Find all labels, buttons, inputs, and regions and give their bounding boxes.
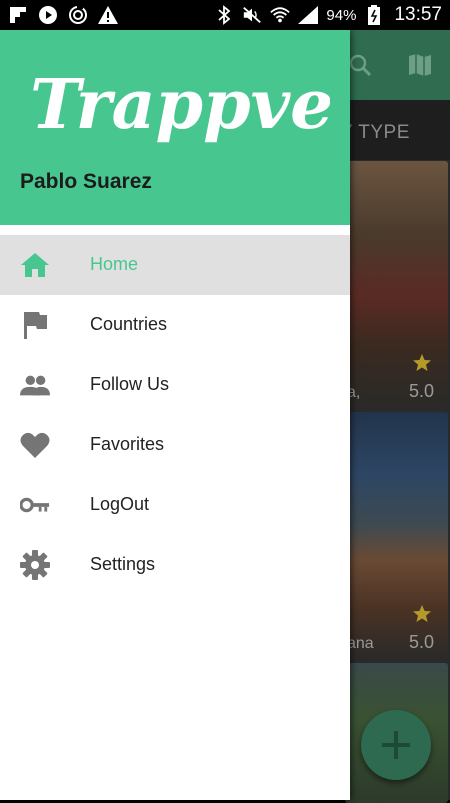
- menu-item-label: Home: [90, 254, 139, 274]
- menu-item-label: Favorites: [90, 434, 165, 454]
- status-bar: 94% 13:57: [0, 0, 450, 30]
- navigation-drawer: Trappvellers Pablo Suarez Home Countries…: [0, 30, 350, 800]
- star-icon: [412, 604, 432, 629]
- flag-icon: [20, 310, 50, 340]
- menu-item-home[interactable]: Home: [0, 235, 350, 295]
- app-logo: Trappvellers: [30, 65, 330, 145]
- drawer-header: Trappvellers Pablo Suarez: [0, 30, 350, 225]
- bluetooth-icon: [214, 5, 234, 25]
- gear-icon: [20, 550, 50, 580]
- drawer-menu: Home Countries Follow Us Favorites LogOu…: [0, 235, 350, 595]
- key-icon: [20, 490, 50, 520]
- menu-item-countries[interactable]: Countries: [0, 295, 350, 355]
- card-title: ana: [347, 635, 374, 652]
- app-logo-text: Trappvellers: [30, 65, 330, 145]
- place-card[interactable]: ana 5.0: [345, 412, 448, 659]
- place-card[interactable]: a, 5.0: [345, 161, 448, 408]
- star-icon: [412, 353, 432, 378]
- map-icon[interactable]: [405, 50, 435, 80]
- home-icon: [20, 250, 50, 280]
- people-icon: [20, 370, 50, 400]
- sync-icon: [68, 5, 88, 25]
- mute-icon: [242, 5, 262, 25]
- wifi-icon: [270, 5, 291, 25]
- battery-percent: 94%: [326, 6, 357, 24]
- signal-icon: [298, 5, 319, 25]
- heart-icon: [20, 430, 50, 460]
- plus-icon: [382, 731, 410, 759]
- card-rating: 5.0: [408, 632, 434, 652]
- tab-by-type[interactable]: Y TYPE: [340, 122, 410, 144]
- menu-item-label: Settings: [90, 554, 156, 574]
- user-name: Pablo Suarez: [20, 170, 152, 193]
- add-button[interactable]: [361, 710, 431, 780]
- menu-item-label: LogOut: [90, 494, 150, 514]
- menu-item-follow-us[interactable]: Follow Us: [0, 355, 350, 415]
- play-icon: [38, 5, 58, 25]
- menu-item-label: Follow Us: [90, 374, 170, 394]
- flipboard-icon: [8, 5, 28, 25]
- clock: 13:57: [394, 4, 442, 25]
- menu-item-logout[interactable]: LogOut: [0, 475, 350, 535]
- menu-item-settings[interactable]: Settings: [0, 535, 350, 595]
- menu-item-label: Countries: [90, 314, 168, 334]
- menu-item-favorites[interactable]: Favorites: [0, 415, 350, 475]
- warning-icon: [98, 5, 118, 25]
- battery-icon: [364, 5, 384, 25]
- card-rating: 5.0: [408, 381, 434, 401]
